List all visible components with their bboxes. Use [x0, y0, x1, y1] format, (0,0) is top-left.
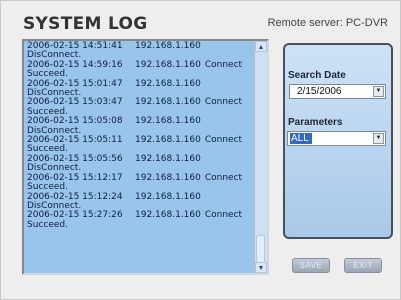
list-item[interactable]: 2006-02-15 15:27:26 192.168.1.160 Connect S… [27, 210, 253, 230]
search-date-value: 2/15/2006 [297, 86, 342, 97]
list-item[interactable]: 2006-02-15 14:51:41 192.168.1.160 DisConne… [27, 41, 253, 61]
log-ip: 192.168.1.160 [135, 78, 201, 89]
chevron-down-icon[interactable]: ▼ [373, 86, 384, 97]
log-list-panel[interactable]: 2006-02-15 14:51:41 192.168.1.160 DisConne… [22, 39, 269, 275]
log-ip: 192.168.1.160 [135, 172, 201, 183]
log-action: Connect [204, 172, 243, 183]
list-item[interactable]: 2006-02-15 15:05:08 192.168.1.160 DisConne… [27, 116, 253, 136]
log-ip: 192.168.1.160 [135, 135, 201, 146]
list-item[interactable]: 2006-02-15 14:59:16 192.168.1.160 Connect S… [27, 59, 253, 80]
scroll-thumb[interactable] [256, 235, 265, 263]
parameters-dropdown[interactable]: ALL ▼ [287, 131, 386, 146]
log-ip: 192.168.1.160 [135, 116, 201, 127]
scroll-down-icon[interactable]: ▼ [255, 262, 267, 273]
log-action: Connect [204, 135, 243, 146]
log-ip: 192.168.1.160 [135, 191, 201, 202]
log-action: Connect [204, 210, 243, 221]
list-item[interactable]: 2006-02-15 15:12:24 192.168.1.160 DisConne… [27, 191, 253, 212]
search-date-label: Search Date [288, 70, 346, 81]
list-item[interactable]: 2006-02-15 15:05:11 192.168.1.160 Connect S… [27, 135, 253, 155]
exit-button[interactable]: EXIT [344, 258, 382, 273]
chevron-down-icon[interactable]: ▼ [373, 133, 384, 144]
log-status: Succeed. [27, 219, 68, 230]
remote-server-label: Remote server: PC-DVR [267, 17, 388, 29]
search-date-dropdown[interactable]: 2/15/2006 ▼ [289, 84, 386, 99]
log-ip: 192.168.1.160 [135, 153, 201, 164]
log-action: Connect [204, 97, 243, 108]
list-item[interactable]: 2006-02-15 15:01:47 192.168.1.160 DisConne… [27, 78, 253, 99]
page-title: SYSTEM LOG [23, 14, 148, 34]
list-item[interactable]: 2006-02-15 15:03:47 192.168.1.160 Connect S… [27, 98, 253, 117]
system-log-window: SYSTEM LOG Remote server: PC-DVR 2006-02… [0, 0, 401, 300]
scroll-up-icon[interactable]: ▲ [255, 41, 267, 52]
log-ip: 192.168.1.160 [135, 59, 201, 70]
log-scrollbar[interactable]: ▲ ▼ [254, 41, 267, 273]
log-ip: 192.168.1.160 [135, 41, 201, 51]
log-list: 2006-02-15 14:51:41 192.168.1.160 DisConne… [27, 41, 253, 230]
log-ip: 192.168.1.160 [135, 97, 201, 108]
list-item[interactable]: 2006-02-15 15:05:56 192.168.1.160 DisConne… [27, 153, 253, 174]
log-action: Connect [204, 59, 243, 70]
save-button[interactable]: SAVE [292, 258, 330, 273]
list-item[interactable]: 2006-02-15 15:12:17 192.168.1.160 Connect S… [27, 172, 253, 193]
filter-panel: Search Date 2/15/2006 ▼ Parameters ALL ▼ [283, 43, 393, 239]
parameters-value: ALL [290, 133, 312, 144]
log-ip: 192.168.1.160 [135, 210, 201, 221]
parameters-label: Parameters [288, 117, 343, 128]
